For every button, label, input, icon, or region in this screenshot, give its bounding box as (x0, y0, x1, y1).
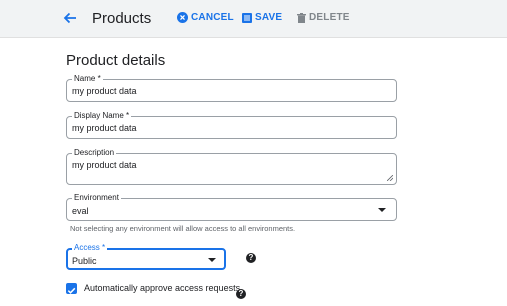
name-field[interactable]: Name * my product data (66, 74, 397, 102)
description-field[interactable]: Description my product data (66, 148, 397, 185)
environment-hint: Not selecting any environment will allow… (70, 224, 296, 233)
checkmark-icon (67, 287, 76, 294)
trash-icon (297, 12, 306, 23)
save-icon (242, 12, 252, 23)
section-title: Product details (66, 52, 166, 69)
cancel-icon (177, 12, 188, 23)
auto-approve-label: Automatically approve access requests (84, 283, 241, 293)
save-button[interactable]: SAVE (242, 12, 282, 23)
chevron-down-icon (208, 258, 216, 262)
save-label: SAVE (255, 12, 283, 23)
environment-select[interactable]: Environment eval (66, 193, 397, 221)
environment-label: Environment (72, 193, 121, 203)
back-arrow-icon[interactable] (62, 10, 78, 26)
auto-approve-checkbox[interactable] (66, 283, 77, 294)
delete-label: DELETE (309, 12, 350, 23)
toolbar: Products CANCEL SAVE DELETE (0, 0, 507, 38)
help-icon[interactable]: ? (236, 289, 246, 299)
help-icon[interactable]: ? (246, 253, 256, 263)
display-name-field[interactable]: Display Name * my product data (66, 111, 397, 139)
access-select[interactable]: Access * Public (66, 243, 226, 270)
access-label: Access * (72, 243, 108, 253)
cancel-button[interactable]: CANCEL (177, 12, 234, 23)
chevron-down-icon (378, 208, 386, 212)
access-value: Public (72, 256, 97, 266)
name-value: my product data (72, 86, 137, 96)
delete-button[interactable]: DELETE (297, 12, 350, 23)
description-label: Description (72, 148, 117, 158)
page-title: Products (92, 10, 152, 27)
environment-value: eval (72, 206, 89, 216)
display-name-label: Display Name * (72, 111, 132, 121)
description-value: my product data (72, 160, 137, 170)
name-label: Name * (72, 74, 103, 84)
display-name-value: my product data (72, 123, 137, 133)
cancel-label: CANCEL (191, 12, 234, 23)
resize-handle-icon[interactable] (387, 175, 393, 181)
